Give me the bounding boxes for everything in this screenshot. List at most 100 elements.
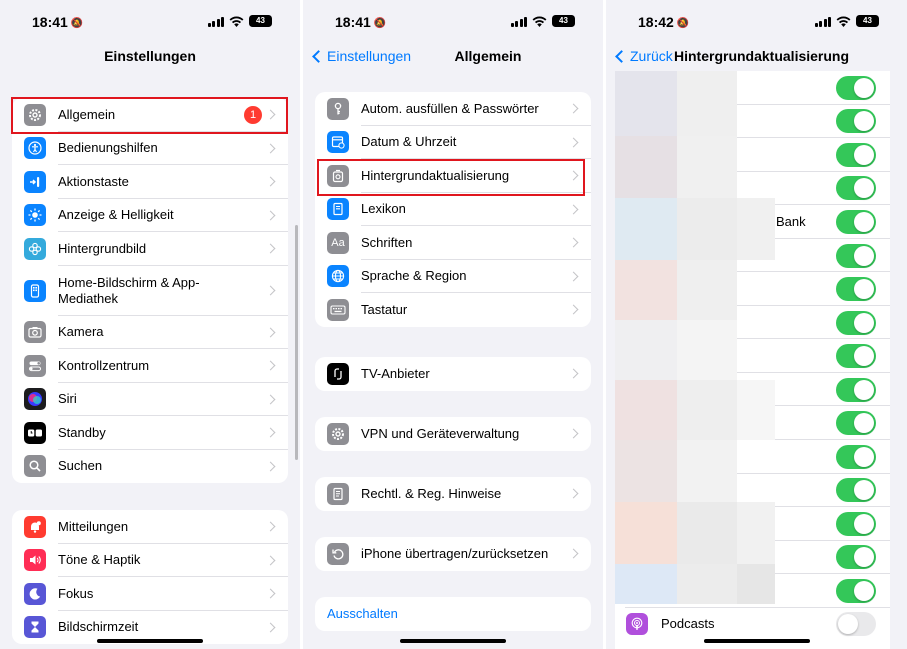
settings-item-standby[interactable]: Standby — [12, 416, 288, 450]
back-label: Einstellungen — [327, 48, 412, 64]
podcasts-toggle[interactable] — [836, 612, 876, 636]
document-icon — [327, 482, 349, 505]
chevron-right-icon — [265, 461, 276, 472]
background-refresh-toggle[interactable] — [836, 310, 876, 335]
settings-item-fokus[interactable]: Fokus — [12, 577, 288, 611]
standby-icon — [24, 421, 46, 444]
settings-item-label: Mitteilungen — [58, 518, 129, 534]
app-row-podcasts: Podcasts — [615, 607, 890, 641]
blurred-region — [615, 260, 677, 320]
speaker-icon — [24, 549, 46, 572]
general-item-label: Lexikon — [361, 201, 406, 217]
background-refresh-toggle[interactable] — [836, 377, 876, 402]
general-item-datum[interactable]: Datum & Uhrzeit — [315, 126, 591, 159]
background-refresh-toggle[interactable] — [836, 478, 876, 503]
settings-item-label: Hintergrundbild — [58, 240, 147, 256]
settings-item-siri[interactable]: Siri — [12, 383, 288, 416]
settings-item-label: Töne & Haptik — [58, 552, 141, 568]
general-item-rechtliches[interactable]: Rechtl. & Reg. Hinweise — [315, 477, 591, 511]
settings-item-bedienungshilfen[interactable]: Bedienungshilfen — [12, 132, 288, 165]
chevron-right-icon — [265, 360, 276, 371]
chevron-right-icon — [568, 103, 579, 114]
chevron-right-icon — [265, 622, 276, 633]
general-group-shutdown: Ausschalten — [315, 597, 591, 631]
blurred-region — [615, 198, 677, 260]
battery-icon: 43 — [249, 15, 272, 27]
bell-icon — [24, 515, 46, 538]
background-refresh-toggle[interactable] — [836, 243, 876, 268]
general-item-label: Datum & Uhrzeit — [361, 134, 457, 150]
keyboard-icon — [327, 298, 349, 321]
hourglass-icon — [24, 616, 46, 639]
background-refresh-toggle[interactable] — [836, 344, 876, 369]
back-label: Zurück — [630, 48, 673, 64]
settings-item-suchen[interactable]: Suchen — [12, 450, 288, 484]
background-refresh-toggle[interactable] — [836, 511, 876, 536]
general-group-main: Autom. ausfüllen & Passwörter Datum & Uh… — [315, 92, 591, 327]
general-group-tv: TV-Anbieter — [315, 357, 591, 391]
settings-item-kamera[interactable]: Kamera — [12, 316, 288, 349]
blurred-region — [615, 380, 677, 440]
background-refresh-toggle[interactable] — [836, 75, 876, 100]
background-refresh-toggle[interactable] — [836, 142, 876, 167]
chevron-left-icon — [615, 49, 628, 63]
highlight-box — [11, 97, 288, 134]
settings-item-anzeige[interactable]: Anzeige & Helligkeit — [12, 199, 288, 232]
background-refresh-toggle[interactable] — [836, 579, 876, 603]
background-refresh-toggle[interactable] — [836, 411, 876, 436]
general-item-lexikon[interactable]: Lexikon — [315, 193, 591, 226]
general-item-schriften[interactable]: Aa Schriften — [315, 226, 591, 260]
general-item-tastatur[interactable]: Tastatur — [315, 293, 591, 327]
settings-item-label: Anzeige & Helligkeit — [58, 207, 174, 223]
general-item-autofill[interactable]: Autom. ausfüllen & Passwörter — [315, 92, 591, 126]
blurred-region — [677, 260, 737, 320]
app-label-partial: Bank — [776, 214, 806, 229]
blurred-region — [615, 502, 677, 564]
settings-item-home-bildschirm[interactable]: Home-Bildschirm & App-Mediathek — [12, 266, 288, 316]
scrollbar[interactable] — [295, 225, 298, 460]
action-button-icon — [24, 170, 46, 193]
chevron-right-icon — [265, 394, 276, 405]
homescreen-icon — [24, 279, 46, 302]
blurred-region — [737, 198, 775, 260]
podcasts-icon — [626, 613, 648, 635]
background-refresh-toggle[interactable] — [836, 109, 876, 134]
background-refresh-panel: 18:42 🔕 43 Zurück Hintergrundaktualisieru… — [606, 0, 907, 649]
chevron-right-icon — [265, 521, 276, 532]
general-item-reset[interactable]: iPhone übertragen/zurücksetzen — [315, 537, 591, 571]
settings-item-aktionstaste[interactable]: Aktionstaste — [12, 165, 288, 199]
status-bar: 18:41 🔕 43 — [303, 14, 603, 32]
background-refresh-toggle[interactable] — [836, 545, 876, 570]
shutdown-button[interactable]: Ausschalten — [315, 597, 591, 631]
status-time: 18:41 🔕 — [335, 14, 387, 30]
wifi-icon — [532, 16, 547, 27]
cellular-signal-icon — [510, 16, 527, 27]
gear-icon — [327, 422, 349, 445]
settings-item-mitteilungen[interactable]: Mitteilungen — [12, 510, 288, 544]
back-button[interactable]: Zurück — [614, 48, 673, 64]
settings-group-main: Allgemein 1 Bedienungshilfen Aktionstast… — [12, 98, 288, 483]
background-refresh-toggle[interactable] — [836, 444, 876, 469]
camera-icon — [24, 321, 46, 344]
general-item-tv-anbieter[interactable]: TV-Anbieter — [315, 357, 591, 391]
general-item-label: VPN und Geräteverwaltung — [361, 425, 520, 441]
settings-item-kontrollzentrum[interactable]: Kontrollzentrum — [12, 349, 288, 383]
background-refresh-toggle[interactable] — [836, 277, 876, 302]
font-aa-icon: Aa — [327, 231, 349, 254]
blurred-region — [615, 320, 677, 380]
chevron-right-icon — [568, 548, 579, 559]
search-icon — [24, 455, 46, 478]
general-item-sprache[interactable]: Sprache & Region — [315, 260, 591, 293]
wifi-icon — [229, 16, 244, 27]
settings-item-hintergrundbild[interactable]: Hintergrundbild — [12, 232, 288, 266]
app-label: Podcasts — [661, 616, 715, 631]
general-item-vpn[interactable]: VPN und Geräteverwaltung — [315, 417, 591, 451]
background-refresh-toggle[interactable] — [836, 176, 876, 201]
general-panel: 18:41 🔕 43 Allgemein Einstellungen Autom.… — [303, 0, 603, 649]
back-button[interactable]: Einstellungen — [311, 48, 411, 64]
background-refresh-toggle[interactable] — [836, 209, 876, 234]
general-item-label: Sprache & Region — [361, 268, 467, 284]
status-bar: 18:42 🔕 43 — [606, 14, 907, 32]
wallpaper-flower-icon — [24, 237, 46, 260]
settings-item-toene[interactable]: Töne & Haptik — [12, 544, 288, 577]
